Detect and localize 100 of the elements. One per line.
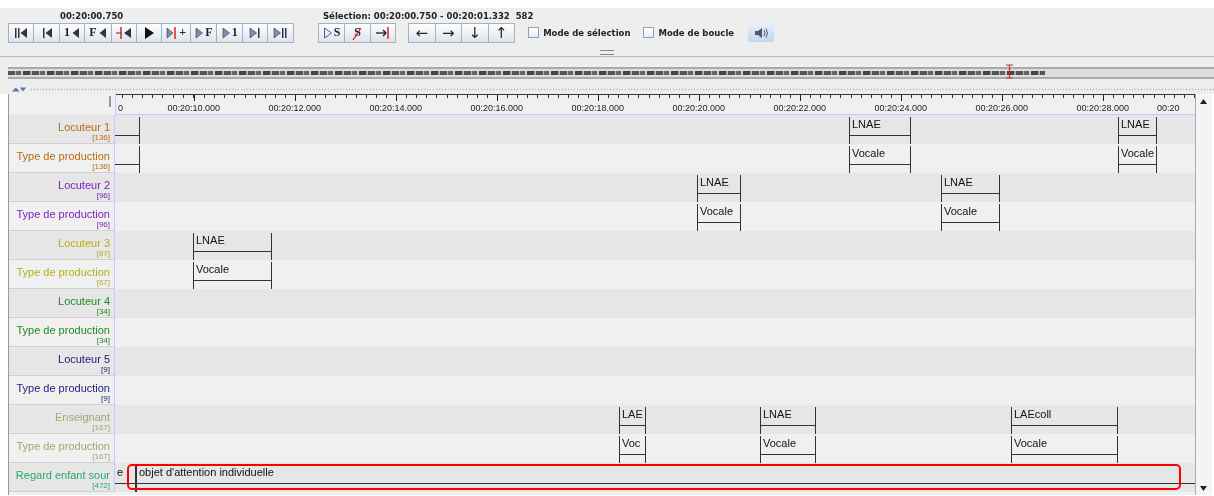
- annotation-text: LNAE: [852, 118, 881, 130]
- annotation-text: LNAE: [1121, 118, 1150, 130]
- tier-header[interactable]: Locuteur 2 [96]: [9, 173, 115, 202]
- overview-bar[interactable]: [8, 67, 1214, 79]
- current-time: 00:20:00.750: [60, 11, 125, 21]
- tier-header[interactable]: Type de production [9]: [9, 376, 115, 405]
- previous-boundary-button[interactable]: [110, 22, 137, 43]
- annotation[interactable]: Vocale: [697, 204, 741, 231]
- selection-info: Sélection: 00:20:00.750 - 00:20:01.332 582: [323, 11, 534, 21]
- checkbox-label[interactable]: Mode de boucle: [658, 27, 735, 38]
- tier-lane[interactable]: LAE LNAE LAEcoll: [115, 405, 1197, 434]
- checkbox[interactable]: [528, 27, 540, 38]
- tier-name: Locuteur 1: [58, 120, 110, 133]
- annotation[interactable]: LNAE: [1118, 117, 1157, 144]
- annotation[interactable]: Vocale: [1011, 436, 1118, 463]
- arrow-button[interactable]: →: [434, 22, 463, 43]
- time-label: 00:20:28.000: [1076, 103, 1130, 113]
- time-label: 0: [118, 103, 123, 113]
- triangle-left-icon: [70, 25, 80, 40]
- annotation-text: Vocale: [763, 437, 797, 449]
- tier-header[interactable]: Locuteur 1 [136]: [9, 115, 115, 144]
- step-back-button[interactable]: F: [84, 22, 112, 43]
- tier-lane[interactable]: LNAE LNAE: [115, 115, 1197, 144]
- annotation-text: Vocale: [944, 205, 978, 217]
- annotation[interactable]: e: [115, 465, 136, 492]
- previous-frame-button[interactable]: [33, 22, 60, 43]
- annotation[interactable]: [115, 117, 140, 144]
- annotation[interactable]: LAEcoll: [1011, 407, 1118, 434]
- tier-name: Enseignant: [54, 410, 110, 423]
- triangle-right-icon: [195, 25, 205, 40]
- tier-name: Locuteur 5: [58, 352, 110, 365]
- annotation-count: [136]: [92, 161, 110, 171]
- tier-lane[interactable]: e objet d'attention individuelle: [115, 463, 1197, 492]
- annotation[interactable]: LAE: [619, 407, 646, 434]
- time-label: 00:20:14.000: [369, 103, 423, 113]
- tier-name: Type de production: [16, 323, 110, 336]
- arrow-to-line-icon: [374, 25, 391, 40]
- annotation-count: [67]: [96, 277, 110, 287]
- annotation-text: Vocale: [1014, 437, 1048, 449]
- annotation[interactable]: LNAE: [760, 407, 816, 434]
- annotation[interactable]: LNAE: [849, 117, 911, 144]
- tier-header[interactable]: Type de production [96]: [9, 202, 115, 231]
- arrow-button[interactable]: ←: [408, 22, 436, 43]
- annotation[interactable]: Vocale: [193, 262, 272, 289]
- annotation[interactable]: LNAE: [697, 175, 741, 202]
- annotation-text: Vocale: [196, 263, 230, 275]
- time-label: 00:20:16.000: [470, 103, 524, 113]
- splitter-grip[interactable]: [600, 49, 614, 55]
- annotation-text: LNAE: [763, 408, 792, 420]
- checkbox[interactable]: [643, 27, 655, 38]
- volume-button[interactable]: [748, 23, 775, 42]
- vertical-scrollbar[interactable]: [1195, 94, 1212, 495]
- tier-lane[interactable]: LNAE: [115, 231, 1197, 260]
- tier-name: Locuteur 4: [58, 294, 110, 307]
- tier-header[interactable]: Type de production [34]: [9, 318, 115, 347]
- annotation[interactable]: Vocale: [849, 146, 911, 173]
- play-around-button[interactable]: +: [161, 22, 192, 43]
- step-forward-button[interactable]: F: [190, 22, 218, 43]
- annotation-count: [96]: [96, 219, 110, 229]
- tier-name: Type de production: [16, 439, 110, 452]
- tier-name: Type de production: [16, 381, 110, 394]
- triangle-left-icon: [97, 25, 107, 40]
- play-selection-button[interactable]: S: [317, 22, 346, 43]
- resize-handle[interactable]: [109, 96, 111, 107]
- annotation-text: LAE: [622, 408, 643, 420]
- annotation-text: Vocale: [1121, 147, 1155, 159]
- arrow-button[interactable]: ↓: [461, 22, 489, 43]
- annotation[interactable]: Voc: [619, 436, 646, 463]
- annotation-count: [472]: [92, 480, 110, 490]
- annotation-text: Vocale: [700, 205, 734, 217]
- annotation[interactable]: Vocale: [760, 436, 816, 463]
- boundary-left-icon: [115, 25, 132, 40]
- annotation[interactable]: Vocale: [941, 204, 1000, 231]
- annotation-count: [96]: [96, 190, 110, 200]
- annotation-text: LNAE: [196, 234, 225, 246]
- annotation[interactable]: Vocale: [1118, 146, 1157, 173]
- tier-header[interactable]: Locuteur 5 [9]: [9, 347, 115, 376]
- time-label: 00:20:12.000: [268, 103, 322, 113]
- step-forward-icon: [249, 25, 262, 40]
- play-icon: [143, 25, 156, 40]
- tier-lane[interactable]: LNAE LNAE: [115, 173, 1197, 202]
- annotation[interactable]: LNAE: [193, 233, 272, 260]
- go-to-end-button[interactable]: [267, 22, 294, 43]
- time-label: 00:20:26.000: [975, 103, 1029, 113]
- annotation[interactable]: [115, 146, 140, 173]
- tier-name: Locuteur 3: [58, 236, 110, 249]
- tier-header[interactable]: Locuteur 4 [34]: [9, 289, 115, 318]
- zoom-arrows-icon: [10, 85, 28, 93]
- step-forward-button[interactable]: 1: [216, 22, 243, 43]
- annotation-text: objet d'attention individuelle: [139, 466, 274, 478]
- arrow-button[interactable]: ↑: [487, 22, 516, 43]
- checkbox-label[interactable]: Mode de sélection: [543, 27, 631, 38]
- tier-name: Type de production: [16, 207, 110, 220]
- selection-end-button[interactable]: [369, 22, 397, 43]
- annotation[interactable]: LNAE: [941, 175, 1000, 202]
- tier-header[interactable]: Type de production [136]: [9, 144, 115, 173]
- go-to-begin-button[interactable]: [8, 22, 35, 43]
- time-label: 00:20:20.000: [672, 103, 726, 113]
- annotation-text: LAEcoll: [1014, 408, 1052, 420]
- annotation-count: [9]: [101, 364, 110, 374]
